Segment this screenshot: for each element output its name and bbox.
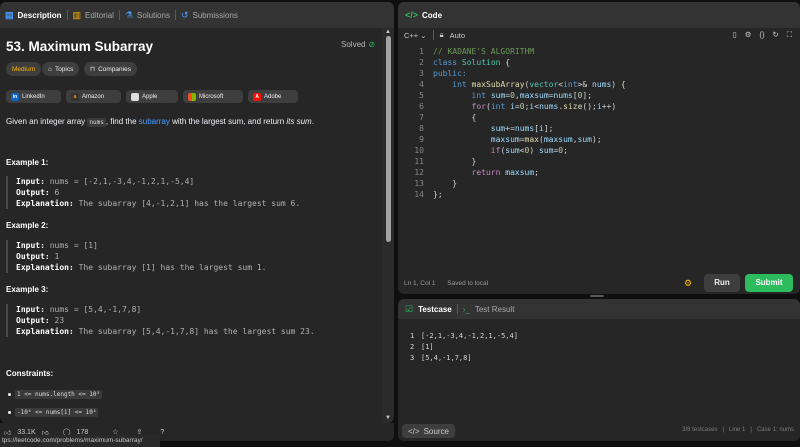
- tab-testcase[interactable]: Testcase: [418, 305, 452, 314]
- constraints-heading: Constraints:: [6, 369, 54, 378]
- code-line: 13 }: [414, 179, 458, 188]
- reset-icon[interactable]: ↻: [772, 30, 778, 40]
- constraint-item: -10⁴ <= nums[i] <= 10⁴: [8, 408, 99, 417]
- code-line: 4 int maxSubArray(vector<int>& nums) {: [419, 80, 626, 89]
- editor-status: Ln 1, Col 1 Saved to local: [404, 280, 489, 287]
- example-block: Input: nums = [1] Output: 1 Explanation:…: [6, 240, 384, 273]
- tab-code[interactable]: </> Code: [398, 2, 447, 28]
- terminal-icon: ›_: [462, 304, 470, 314]
- apple-icon: [131, 92, 139, 101]
- history-icon: ↺: [180, 9, 189, 20]
- code-editor[interactable]: 1// KADANE'S ALGORITHM 2 class Solution {…: [398, 44, 800, 244]
- document-icon: ▤: [5, 9, 14, 20]
- linkedin-icon: in: [11, 92, 19, 101]
- constraint-item: 1 <= nums.length <= 10⁵: [8, 390, 103, 399]
- company-adobe[interactable]: A Adobe: [248, 90, 298, 103]
- code-panel: </> Code C++ ⌄ 🔒︎ Auto ▯ ⚙ {} ↻ ⛶ 1// KA…: [398, 2, 800, 294]
- subarray-link[interactable]: subarray: [139, 117, 170, 126]
- company-amazon[interactable]: a Amazon: [66, 90, 121, 103]
- testcase-info: 3/8 testcases | Line 1 | Case 1: nums: [682, 427, 794, 433]
- tab-description[interactable]: ▤ Description: [0, 2, 67, 28]
- problem-title[interactable]: 53. Maximum Subarray: [6, 39, 153, 54]
- tab-submissions[interactable]: ↺ Submissions: [176, 2, 243, 28]
- editor-toolbar: C++ ⌄ 🔒︎ Auto ▯ ⚙ {} ↻ ⛶: [398, 28, 800, 42]
- resize-handle[interactable]: [590, 295, 604, 297]
- example-heading: Example 1:: [6, 158, 49, 167]
- status-url: tps://leetcode.com/problems/maximum-suba…: [0, 435, 160, 447]
- check-circle-icon: ⊘: [368, 40, 376, 49]
- example-heading: Example 3:: [6, 285, 49, 294]
- code-line: 5 int sum=0,maxsum=nums[0];: [419, 91, 593, 100]
- code-line: 3 public:: [419, 69, 467, 78]
- language-select[interactable]: C++ ⌄: [404, 31, 427, 40]
- code-line: 9 maxsum=max(maxsum,sum);: [419, 135, 602, 144]
- code-line: 12 return maxsum;: [414, 168, 539, 177]
- testcase-footer: </> Source 3/8 testcases | Line 1 | Case…: [398, 421, 800, 441]
- code-line: 14};: [414, 190, 443, 199]
- code-icon: </>: [408, 426, 420, 436]
- debug-icon[interactable]: ⚙︎: [684, 278, 692, 289]
- example-heading: Example 2:: [6, 221, 49, 230]
- run-button[interactable]: Run: [704, 274, 740, 292]
- testcase-line[interactable]: 3 [5,4,-1,7,8]: [410, 354, 472, 362]
- topics-button[interactable]: ⌂ Topics: [42, 62, 80, 76]
- solved-status: Solved ⊘: [341, 40, 376, 49]
- company-linkedin[interactable]: in LinkedIn: [6, 90, 61, 103]
- amazon-icon: a: [71, 92, 79, 101]
- scroll-down-icon[interactable]: ▼: [384, 415, 392, 421]
- checkbox-icon: ☑: [405, 303, 414, 314]
- flask-icon: ⚗: [124, 9, 134, 20]
- company-apple[interactable]: Apple: [126, 90, 178, 103]
- difficulty-badge[interactable]: Medium: [6, 62, 42, 76]
- code-icon: </>: [405, 9, 419, 20]
- scroll-up-icon[interactable]: ▲: [384, 29, 392, 35]
- tag-icon: ⌂: [48, 65, 52, 73]
- code-tabbar: </> Code: [398, 2, 800, 28]
- settings-icon[interactable]: ⚙: [745, 30, 752, 40]
- scrollbar[interactable]: ▲ ▼: [382, 28, 394, 423]
- book-icon: ▥: [72, 9, 82, 20]
- example-block: Input: nums = [5,4,-1,7,8] Output: 23 Ex…: [6, 304, 384, 337]
- tab-solutions[interactable]: ⚗ Solutions: [120, 2, 175, 28]
- adobe-icon: A: [253, 92, 261, 101]
- testcase-panel: ☑ Testcase ›_ Test Result 1 [-2,1,-3,4,-1…: [398, 299, 800, 441]
- bookmark-icon[interactable]: ▯: [733, 30, 737, 40]
- code-line: 8 sum+=nums[i];: [419, 124, 554, 133]
- lock-icon: 🔒︎: [439, 30, 444, 39]
- submit-button[interactable]: Submit: [745, 274, 793, 292]
- code-line: 6 for(int i=0;i<nums.size();i++): [419, 102, 617, 111]
- lock-icon: ⊓: [90, 66, 96, 73]
- fullscreen-icon[interactable]: ⛶: [787, 30, 792, 40]
- testcase-tabbar: ☑ Testcase ›_ Test Result: [398, 299, 800, 319]
- code-line: 11 }: [414, 157, 477, 166]
- tab-test-result[interactable]: Test Result: [475, 305, 515, 314]
- code-line: 7 {: [419, 113, 477, 122]
- braces-icon[interactable]: {}: [759, 30, 764, 40]
- microsoft-icon: [188, 92, 196, 101]
- mode-label[interactable]: Auto: [450, 31, 465, 40]
- scrollbar-thumb[interactable]: [386, 36, 391, 242]
- testcase-line[interactable]: 1 [-2,1,-3,4,-1,2,1,-5,4]: [410, 332, 518, 340]
- tab-editorial[interactable]: ▥ Editorial: [68, 2, 119, 28]
- company-microsoft[interactable]: Microsoft: [183, 90, 243, 103]
- code-line: 10 if(sum<0) sum=0;: [414, 146, 568, 155]
- description-panel: ▤ Description ▥ Editorial ⚗ Solutions ↺ …: [0, 2, 394, 423]
- problem-statement: Given an integer array nums, find the su…: [6, 117, 314, 127]
- testcase-line[interactable]: 2 [1]: [410, 343, 434, 351]
- companies-button[interactable]: ⊓ Companies: [84, 62, 137, 76]
- help-icon[interactable]: ?: [160, 429, 164, 436]
- source-button[interactable]: </> Source: [402, 424, 455, 438]
- code-line: 1// KADANE'S ALGORITHM: [419, 47, 535, 56]
- example-block: Input: nums = [-2,1,-3,4,-1,2,1,-5,4] Ou…: [6, 176, 384, 209]
- code-line: 2 class Solution {: [419, 58, 511, 67]
- description-tabbar: ▤ Description ▥ Editorial ⚗ Solutions ↺ …: [0, 2, 394, 28]
